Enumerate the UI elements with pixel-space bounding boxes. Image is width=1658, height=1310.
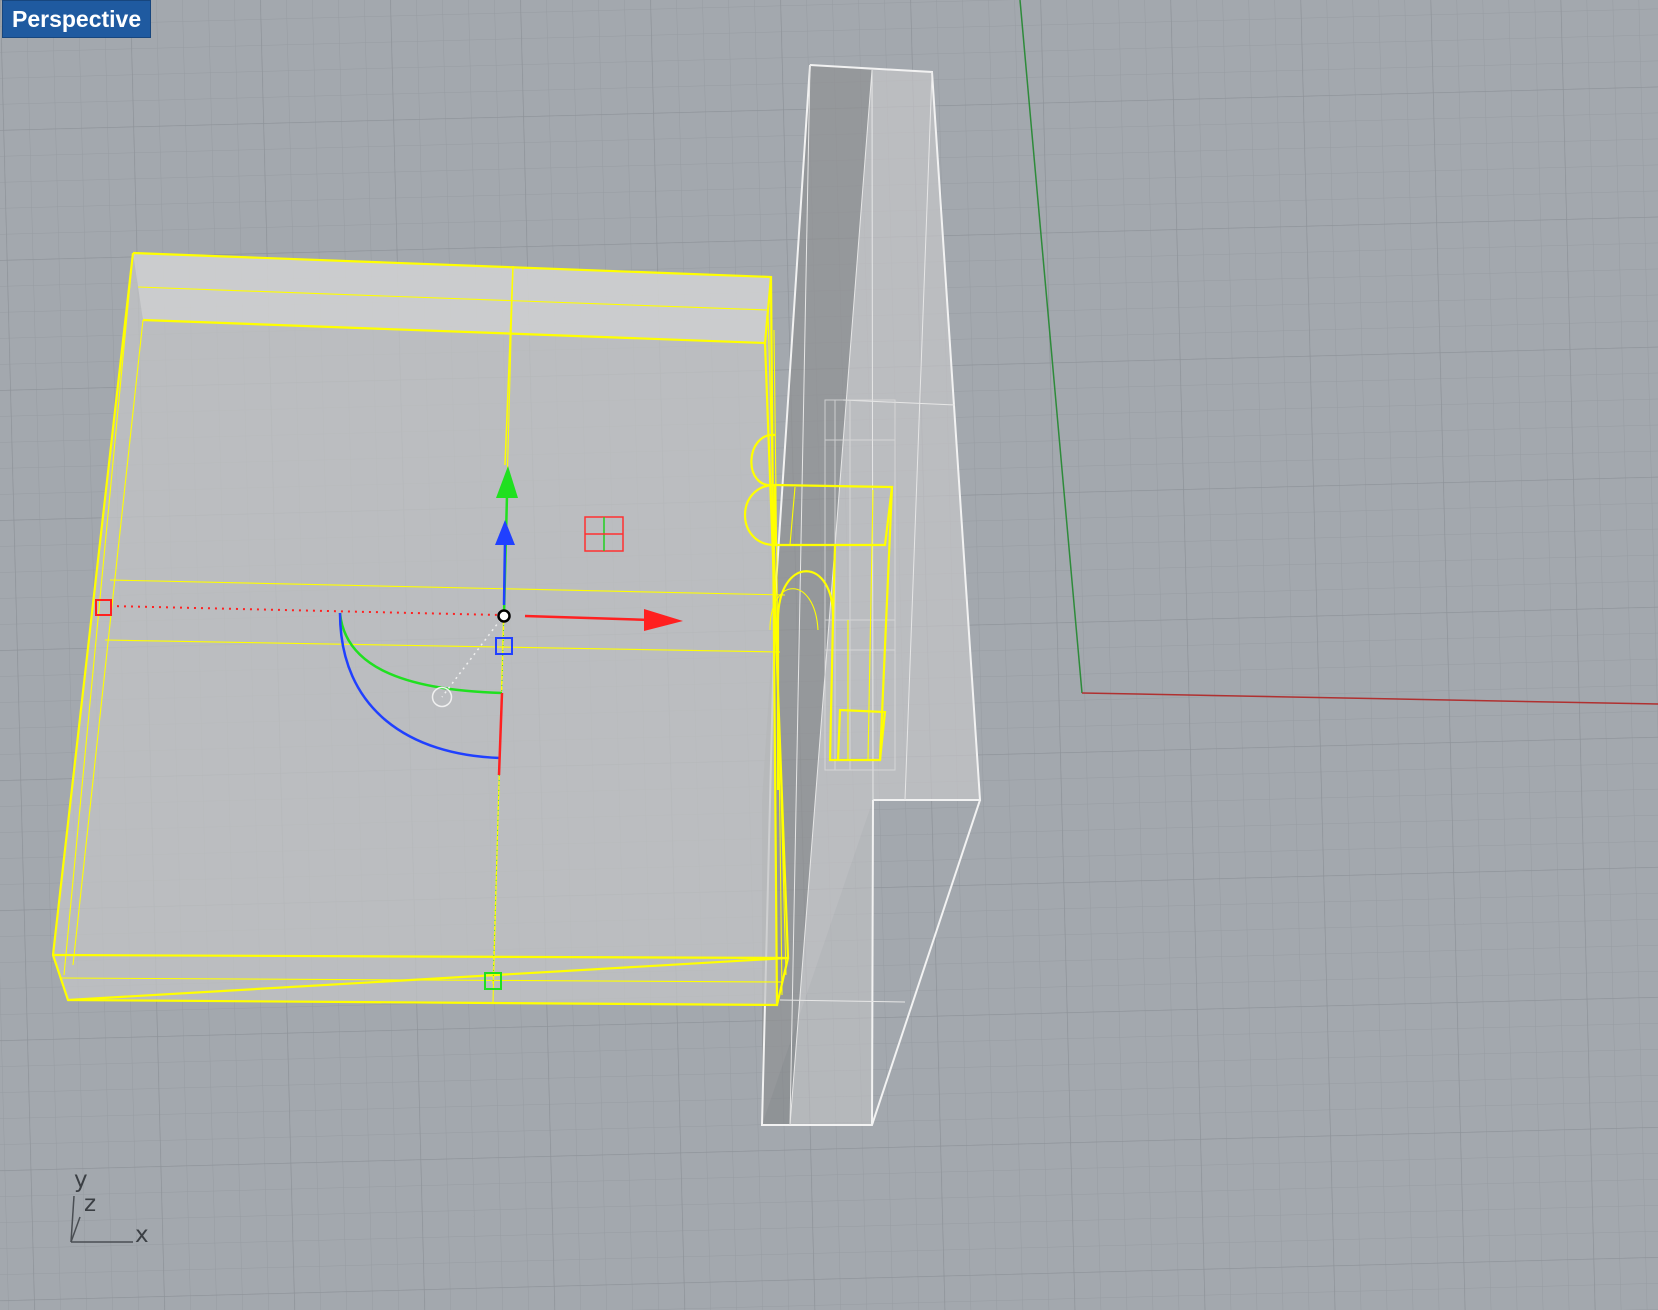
axis-label-x: x	[135, 1222, 149, 1248]
selected-slab[interactable]	[51, 251, 894, 1007]
gumball-origin[interactable]	[497, 609, 511, 623]
viewport-title-perspective[interactable]: Perspective	[2, 0, 152, 38]
axis-label-y: y	[74, 1167, 88, 1193]
perspective-viewport[interactable]: Perspective y z x	[0, 0, 1658, 1310]
axis-label-z: z	[84, 1191, 97, 1217]
